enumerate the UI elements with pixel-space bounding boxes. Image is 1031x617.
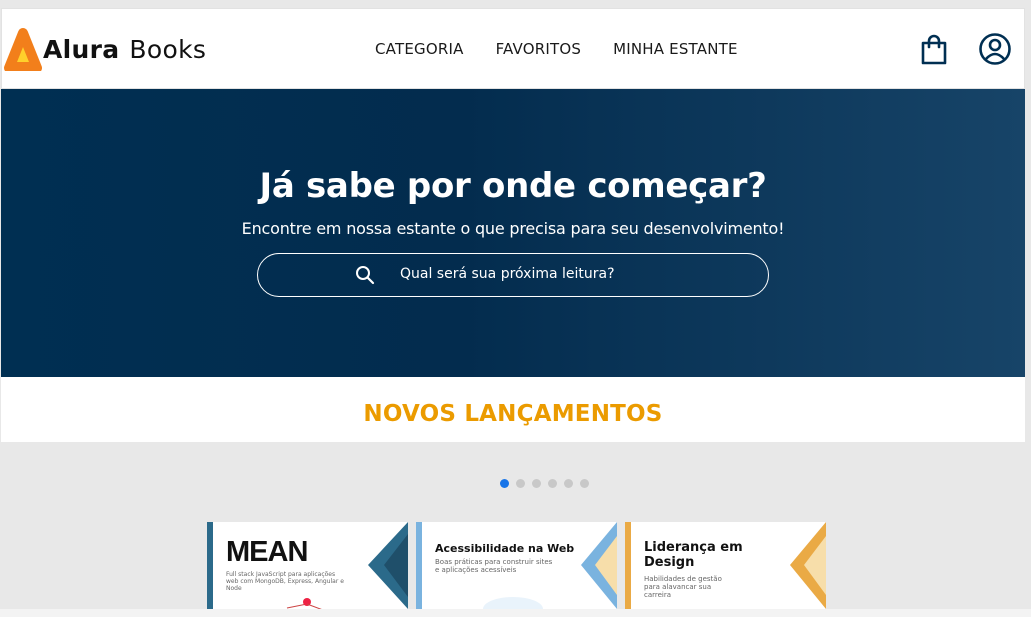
book-cover-art <box>581 522 617 609</box>
nav-item-minha-estante[interactable]: MINHA ESTANTE <box>613 40 738 58</box>
book-title: MEAN <box>226 536 308 568</box>
shopping-bag-icon[interactable] <box>917 32 951 66</box>
carousel-dot[interactable] <box>516 479 525 488</box>
carousel-dot[interactable] <box>500 479 509 488</box>
brand-logo[interactable]: Alura Books <box>3 27 206 71</box>
book-title: Acessibilidade na Web <box>435 542 575 555</box>
main-nav: CATEGORIA FAVORITOS MINHA ESTANTE <box>375 40 738 58</box>
book-card-lideranca[interactable]: Liderança em Design Habilidades de gestã… <box>625 522 826 609</box>
hero-banner: Já sabe por onde começar? Encontre em no… <box>1 89 1025 377</box>
user-account-icon[interactable] <box>978 32 1012 66</box>
releases-header: NOVOS LANÇAMENTOS <box>1 377 1025 442</box>
page-bottom-edge <box>0 609 1031 617</box>
carousel-pagination <box>500 479 589 488</box>
hero-title: Já sabe por onde começar? <box>259 166 767 206</box>
book-subtitle: Full stack JavaScript para aplicações we… <box>226 571 344 592</box>
releases-title: NOVOS LANÇAMENTOS <box>363 401 663 427</box>
page: Alura Books CATEGORIA FAVORITOS MINHA ES… <box>0 0 1031 617</box>
carousel-dot[interactable] <box>548 479 557 488</box>
nav-item-categoria[interactable]: CATEGORIA <box>375 40 464 58</box>
book-title: Liderança em Design <box>644 540 743 570</box>
brand-name-bold: Alura <box>43 34 120 64</box>
book-card-acessibilidade[interactable]: Acessibilidade na Web Boas práticas para… <box>416 522 617 609</box>
book-cover-art <box>483 597 543 609</box>
book-card-mean[interactable]: MEAN Full stack JavaScript para aplicaçõ… <box>207 522 408 609</box>
logo-triangle-icon <box>4 28 42 71</box>
search-placeholder: Qual será sua próxima leitura? <box>400 266 615 282</box>
search-input[interactable]: Qual será sua próxima leitura? <box>257 253 769 297</box>
book-spine <box>625 522 631 609</box>
brand-name-light: Books <box>129 34 207 64</box>
book-cover-art <box>286 598 322 609</box>
carousel-dot[interactable] <box>564 479 573 488</box>
hero-subtitle: Encontre em nossa estante o que precisa … <box>241 219 785 238</box>
site-header: Alura Books CATEGORIA FAVORITOS MINHA ES… <box>1 8 1025 89</box>
book-cover-art <box>368 522 408 609</box>
book-spine <box>416 522 422 609</box>
book-cover-art <box>790 522 826 609</box>
book-carousel: MEAN Full stack JavaScript para aplicaçõ… <box>207 522 826 609</box>
carousel-dot[interactable] <box>580 479 589 488</box>
book-subtitle: Boas práticas para construir sites e apl… <box>435 558 553 574</box>
nav-item-favoritos[interactable]: FAVORITOS <box>496 40 582 58</box>
search-icon <box>356 266 375 285</box>
book-spine <box>207 522 213 609</box>
book-subtitle: Habilidades de gestão para alavancar sua… <box>644 575 722 599</box>
carousel-dot[interactable] <box>532 479 541 488</box>
